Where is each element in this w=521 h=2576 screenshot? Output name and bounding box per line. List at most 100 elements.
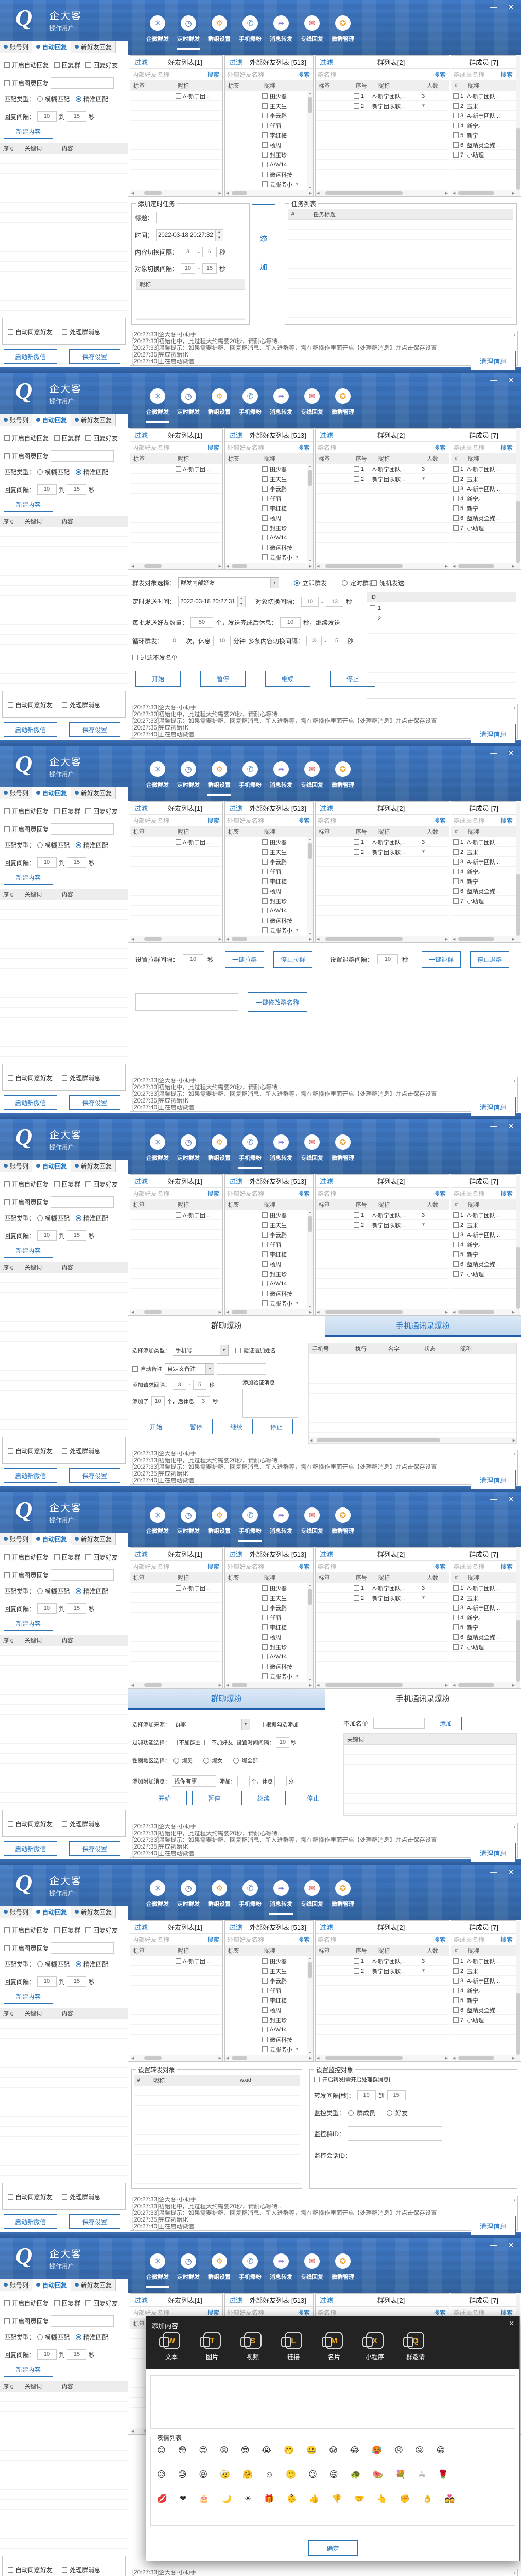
- fuzzy-match-radio[interactable]: [37, 469, 43, 475]
- monitor-friend-radio[interactable]: [387, 2110, 392, 2116]
- h-scrollbar[interactable]: [130, 1682, 222, 1688]
- nav-item-wegroup-manage[interactable]: ✪微群管理: [327, 1134, 358, 1162]
- nav-item-wegroup-manage[interactable]: ✪微群管理: [327, 761, 358, 789]
- group-search-input[interactable]: 群名称: [316, 1189, 433, 1198]
- list-item[interactable]: 李云鹏: [225, 484, 313, 494]
- object-interval-to[interactable]: 15: [202, 263, 217, 274]
- stop-pull-button[interactable]: 停止拉群: [273, 951, 312, 968]
- h-scrollbar[interactable]: [316, 563, 449, 569]
- list-item[interactable]: 2玉米: [451, 1220, 516, 1230]
- friend-search-input[interactable]: 内部好友名称: [130, 443, 207, 452]
- external-search-button[interactable]: 搜索: [298, 1935, 310, 1944]
- tab-account-list[interactable]: 账号列: [0, 1906, 32, 1918]
- list-item[interactable]: 2玉米: [451, 101, 516, 111]
- h-scrollbar[interactable]: [451, 936, 516, 942]
- list-item[interactable]: 李云鹏: [225, 1976, 313, 1986]
- group-search-input[interactable]: 群名称: [316, 1935, 433, 1944]
- list-item[interactable]: 6蓝精灵全媒...: [451, 140, 516, 150]
- no-owner-checkbox[interactable]: [172, 1740, 178, 1745]
- nav-item-message-forward[interactable]: ➦消息转发: [266, 15, 297, 43]
- h-scrollbar[interactable]: [451, 563, 516, 569]
- list-item[interactable]: 7小助理: [451, 523, 516, 533]
- group-name-input[interactable]: [135, 993, 238, 1011]
- list-item[interactable]: AAV14: [225, 1279, 313, 1289]
- list-item[interactable]: AAV14: [225, 1652, 313, 1662]
- list-item[interactable]: 4新宁。: [451, 494, 516, 503]
- friend-search-input[interactable]: 内部好友名称: [130, 1189, 207, 1198]
- reply-interval-to-input[interactable]: 15: [67, 1603, 86, 1614]
- stop-button[interactable]: 停止: [260, 1419, 293, 1434]
- list-item[interactable]: 2玉米: [451, 1593, 516, 1603]
- enable-auto-reply-checkbox[interactable]: [4, 2300, 10, 2306]
- forward-interval-to[interactable]: 15: [387, 2090, 406, 2100]
- auto-agree-friend-checkbox[interactable]: [8, 329, 13, 335]
- list-item[interactable]: 王天生: [225, 1220, 313, 1230]
- list-item[interactable]: 2新宁团队软...7: [316, 1220, 449, 1230]
- tab-group-chat-fans[interactable]: 群聊爆粉: [128, 1316, 325, 1337]
- reply-interval-from-input[interactable]: 10: [37, 857, 57, 868]
- list-item[interactable]: 5新宁: [451, 876, 516, 886]
- tab-new-friend-reply[interactable]: 新好友回复: [71, 1906, 116, 1918]
- list-item[interactable]: 2新宁团队软...7: [316, 1966, 449, 1976]
- list-item[interactable]: 3A-新宁团队...: [451, 1976, 516, 1986]
- list-item[interactable]: 5新宁: [451, 1995, 516, 2005]
- list-item[interactable]: 杨周: [225, 140, 313, 150]
- reply-interval-to-input[interactable]: 15: [67, 857, 86, 868]
- loop-rest-input[interactable]: 10: [213, 636, 231, 646]
- content-type-group-invite[interactable]: Q群邀请: [397, 2332, 433, 2361]
- friend-search-button[interactable]: 搜索: [207, 1562, 219, 1571]
- list-item[interactable]: 杨周: [225, 2005, 313, 2015]
- fuzzy-match-radio[interactable]: [37, 2334, 43, 2340]
- nav-item-scheduled-mass[interactable]: ◷定时群发: [173, 15, 204, 43]
- friend-filter-link[interactable]: 过滤: [134, 1176, 148, 1186]
- nav-item-phone-fans[interactable]: ✆手机爆粉: [235, 1134, 266, 1162]
- nav-item-scheduled-mass[interactable]: ◷定时群发: [173, 2253, 204, 2281]
- exact-match-radio[interactable]: [76, 96, 81, 102]
- launch-wechat-button[interactable]: 启动新微信: [4, 1468, 57, 1483]
- pull-group-button[interactable]: 一键拉群: [225, 951, 264, 968]
- reply-friend-checkbox[interactable]: [85, 1554, 91, 1560]
- auto-agree-friend-checkbox[interactable]: [8, 702, 13, 708]
- reply-group-checkbox[interactable]: [54, 808, 60, 814]
- list-item[interactable]: 1A-新宁团队...: [451, 464, 516, 474]
- nav-item-wegroup-manage[interactable]: ✪微群管理: [327, 388, 358, 416]
- h-scrollbar[interactable]: [451, 2055, 516, 2061]
- new-content-button[interactable]: 新建内容: [4, 871, 53, 885]
- external-filter-link[interactable]: 过滤: [229, 57, 242, 67]
- v-scrollbar[interactable]: [307, 91, 313, 190]
- h-scrollbar[interactable]: [225, 1309, 313, 1315]
- nav-item-wecom-mass[interactable]: ✳企微群发: [142, 1134, 173, 1162]
- group-search-button[interactable]: 搜索: [433, 816, 446, 825]
- handle-group-msg-checkbox[interactable]: [62, 1448, 67, 1454]
- nav-item-phone-fans[interactable]: ✆手机爆粉: [235, 1880, 266, 1908]
- reply-group-checkbox[interactable]: [54, 435, 60, 441]
- list-item[interactable]: 5新宁: [451, 1249, 516, 1259]
- send-now-radio[interactable]: [294, 580, 300, 586]
- list-item[interactable]: 王天生: [225, 101, 313, 111]
- member-search-input[interactable]: 群成员名称: [451, 70, 500, 79]
- list-item[interactable]: AAV14: [225, 906, 313, 916]
- content-type-text[interactable]: W文本: [153, 2332, 189, 2361]
- list-item[interactable]: 微远科技: [225, 543, 313, 552]
- verify-message-textarea[interactable]: [242, 1389, 298, 1418]
- exact-match-radio[interactable]: [76, 1215, 81, 1221]
- external-filter-link[interactable]: 过滤: [229, 803, 242, 813]
- save-settings-button[interactable]: 保存设置: [69, 722, 120, 737]
- reply-interval-from-input[interactable]: 10: [37, 1976, 57, 1987]
- group-search-input[interactable]: 群名称: [316, 2308, 433, 2317]
- nav-item-wegroup-manage[interactable]: ✪微群管理: [327, 1880, 358, 1908]
- handle-group-msg-checkbox[interactable]: [62, 1075, 67, 1081]
- list-item[interactable]: 7小助理: [451, 896, 516, 906]
- tab-new-friend-reply[interactable]: 新好友回复: [71, 1533, 116, 1545]
- close-icon[interactable]: ✕: [508, 1122, 514, 1130]
- v-scrollbar[interactable]: [307, 464, 313, 563]
- list-item[interactable]: 1A-新宁团队...3: [316, 464, 449, 474]
- note-type-select[interactable]: 自定义备注: [165, 1363, 214, 1375]
- turing-reply-checkbox[interactable]: [4, 1572, 10, 1578]
- nav-item-wegroup-manage[interactable]: ✪微群管理: [327, 15, 358, 43]
- list-item[interactable]: 王天生: [225, 1593, 313, 1603]
- add-task-button[interactable]: 添加: [252, 204, 275, 321]
- close-icon[interactable]: ✕: [508, 3, 514, 11]
- dialog-ok-button[interactable]: 确定: [308, 2540, 358, 2556]
- list-item[interactable]: 1A-新宁团队...3: [316, 1210, 449, 1220]
